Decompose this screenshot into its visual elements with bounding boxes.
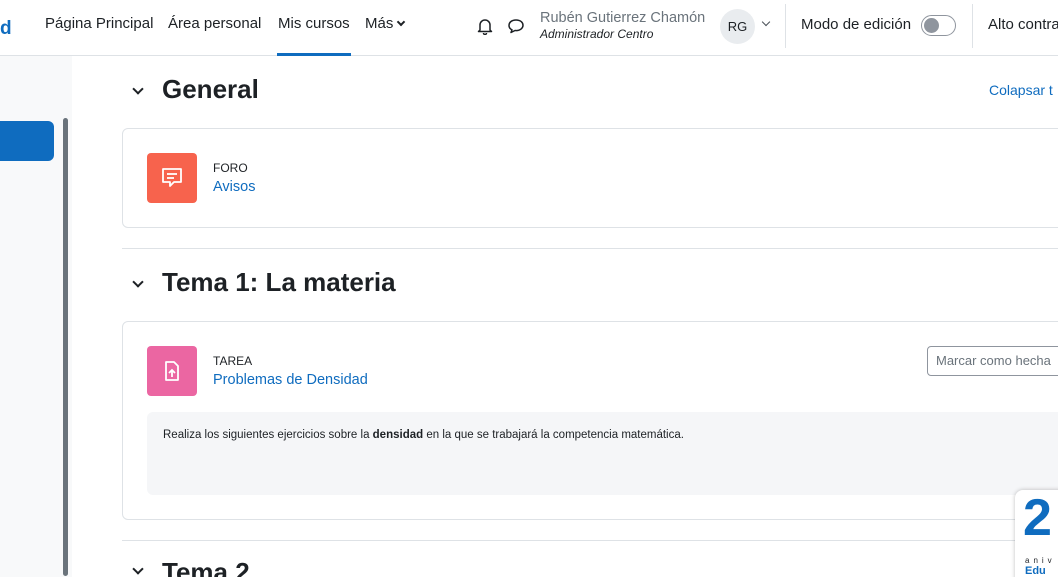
user-name[interactable]: Rubén Gutierrez Chamón — [540, 10, 705, 26]
assignment-icon[interactable] — [147, 346, 197, 396]
activity-type-label: TAREA — [213, 354, 253, 368]
forum-glyph-icon — [162, 168, 182, 187]
avatar[interactable]: RG — [720, 9, 755, 44]
site-logo[interactable]: d — [0, 18, 12, 40]
nav-more-label: Más — [365, 15, 394, 32]
description-text-before: Realiza los siguientes ejercicios sobre … — [163, 429, 373, 441]
user-role: Administrador Centro — [540, 27, 654, 41]
mark-as-done-button[interactable]: Marcar como hecha — [927, 346, 1058, 376]
section-title-general: General — [162, 74, 259, 104]
user-menu-chevron-icon[interactable] — [761, 17, 771, 27]
badge-brand: Edu — [1025, 565, 1046, 577]
message-icon[interactable] — [507, 17, 525, 35]
activity-type-label: FORO — [213, 161, 248, 175]
collapse-all-link[interactable]: Colapsar t — [989, 82, 1053, 98]
section-collapse-chevron-icon[interactable] — [132, 563, 144, 575]
nav-more-menu[interactable]: Más — [365, 15, 406, 32]
toggle-knob — [924, 18, 939, 33]
top-navbar: d Página Principal Área personal Mis cur… — [0, 0, 1058, 56]
badge-subtitle: aniv — [1025, 556, 1056, 565]
activity-description-box — [147, 412, 1058, 495]
navbar-divider — [972, 4, 973, 48]
section-divider — [122, 540, 1058, 541]
high-contrast-link[interactable]: Alto contra — [988, 16, 1058, 33]
drawer-scrollbar[interactable] — [63, 118, 68, 576]
edit-mode-label: Modo de edición — [801, 16, 912, 33]
drawer-active-item[interactable] — [0, 121, 54, 161]
edit-mode-toggle[interactable] — [921, 15, 956, 36]
chevron-down-icon — [397, 17, 406, 27]
bell-icon[interactable] — [476, 17, 494, 35]
section-collapse-chevron-icon[interactable] — [132, 276, 144, 288]
forum-icon[interactable] — [147, 153, 197, 203]
nav-dashboard[interactable]: Área personal — [168, 15, 261, 32]
description-text-after: en la que se trabajará la competencia ma… — [423, 429, 684, 441]
assignment-glyph-icon — [165, 361, 179, 381]
activity-card-forum — [122, 128, 1058, 228]
activity-description: Realiza los siguientes ejercicios sobre … — [163, 429, 684, 441]
section-divider — [122, 248, 1058, 249]
activity-link-problemas[interactable]: Problemas de Densidad — [213, 372, 368, 388]
badge-number: 2 — [1023, 490, 1052, 547]
section-title-tema1: Tema 1: La materia — [162, 267, 396, 297]
section-collapse-chevron-icon[interactable] — [132, 83, 144, 95]
section-title-tema2: Tema 2 — [162, 557, 250, 577]
description-text-bold: densidad — [372, 429, 424, 441]
navbar-divider — [785, 4, 786, 48]
anniversary-badge: 2 aniv Edu — [1015, 490, 1058, 577]
nav-mycourses[interactable]: Mis cursos — [277, 15, 351, 56]
activity-link-avisos[interactable]: Avisos — [213, 179, 255, 195]
nav-home[interactable]: Página Principal — [45, 15, 153, 32]
